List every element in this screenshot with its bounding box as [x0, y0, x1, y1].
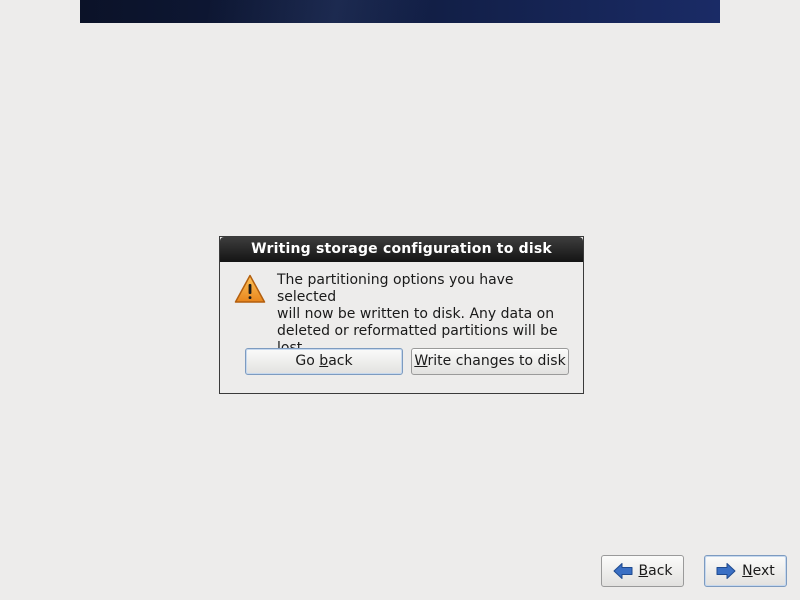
next-label-post: ext	[752, 563, 775, 579]
next-mnemonic: N	[742, 563, 753, 579]
go-back-label-post: ack	[328, 353, 353, 369]
back-label-post: ack	[648, 563, 673, 579]
go-back-button[interactable]: Go back	[245, 348, 403, 375]
go-back-label-pre: Go	[295, 353, 320, 369]
next-button[interactable]: Next	[704, 555, 787, 587]
dialog-message: The partitioning options you have select…	[277, 272, 558, 356]
arrow-right-icon	[716, 563, 736, 579]
write-label-post: rite changes to disk	[427, 353, 566, 369]
back-button[interactable]: Back	[601, 555, 684, 587]
back-mnemonic: B	[638, 563, 649, 579]
dialog-body: The partitioning options you have select…	[220, 262, 583, 393]
confirm-dialog: Writing storage configuration to disk Th…	[219, 236, 584, 394]
go-back-mnemonic: b	[319, 353, 329, 369]
dialog-title: Writing storage configuration to disk	[220, 237, 583, 262]
arrow-left-icon	[613, 563, 632, 579]
warning-icon	[234, 274, 266, 303]
write-changes-button[interactable]: Write changes to disk	[411, 348, 569, 375]
header-banner	[80, 0, 720, 23]
write-mnemonic: W	[414, 353, 428, 369]
